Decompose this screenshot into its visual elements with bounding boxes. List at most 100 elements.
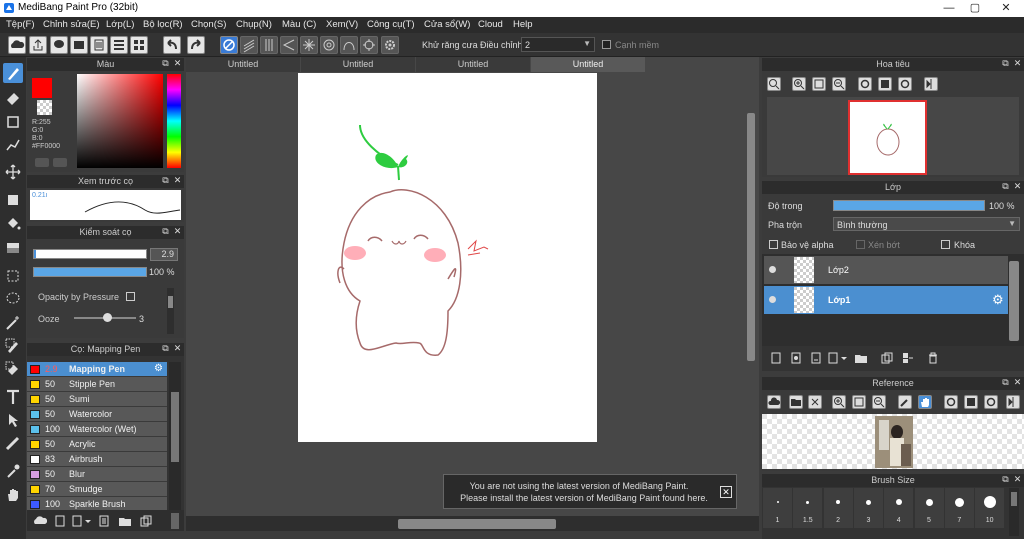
pressure-checkbox[interactable] bbox=[126, 292, 135, 301]
drawing-canvas[interactable] bbox=[298, 73, 597, 442]
circle-snap-icon[interactable] bbox=[320, 36, 338, 54]
menu-layer[interactable]: Lớp(L) bbox=[106, 19, 134, 30]
select-tool-icon[interactable] bbox=[3, 266, 23, 286]
color-option-button[interactable] bbox=[35, 158, 49, 167]
menu-cloud[interactable]: Cloud bbox=[478, 19, 503, 30]
primary-color-swatch[interactable] bbox=[32, 78, 52, 98]
brush-list-item[interactable]: 83 Airbrush bbox=[27, 452, 167, 467]
list-button[interactable] bbox=[110, 36, 128, 54]
minimize-button[interactable]: — bbox=[937, 0, 961, 17]
brush-list-item[interactable]: 50 Stipple Pen bbox=[27, 377, 167, 392]
reference-close-icon[interactable] bbox=[808, 395, 822, 409]
duplicate-layer-icon[interactable] bbox=[880, 351, 894, 365]
panel-close-icon[interactable]: ✕ bbox=[173, 176, 182, 185]
menu-filter[interactable]: Bộ lọc(R) bbox=[143, 19, 183, 30]
menu-color[interactable]: Màu (C) bbox=[282, 19, 316, 30]
new-brush-icon[interactable] bbox=[53, 514, 67, 528]
brush-size-preset[interactable]: 1.5 bbox=[793, 488, 823, 528]
menu-help[interactable]: Help bbox=[513, 19, 533, 30]
flip-icon[interactable] bbox=[924, 77, 938, 91]
navigator-viewport[interactable] bbox=[848, 100, 927, 175]
reference-rotate-right-icon[interactable] bbox=[984, 395, 998, 409]
eraser-tool-icon[interactable] bbox=[3, 88, 23, 108]
fill-rect-tool-icon[interactable] bbox=[3, 190, 23, 210]
brush-list-item[interactable]: 100 Watercolor (Wet) bbox=[27, 422, 167, 437]
tab-untitled-3[interactable]: Untitled bbox=[416, 57, 530, 72]
lock-checkbox[interactable] bbox=[941, 240, 950, 249]
edge-checkbox[interactable] bbox=[602, 40, 611, 49]
close-button[interactable]: ✕ bbox=[994, 0, 1018, 17]
panel-close-icon[interactable]: ✕ bbox=[1013, 475, 1022, 484]
grid-snap-icon[interactable] bbox=[260, 36, 278, 54]
protect-alpha-checkbox[interactable] bbox=[769, 240, 778, 249]
brush-size-scrollbar[interactable] bbox=[1009, 488, 1019, 536]
reference-rotate-left-icon[interactable] bbox=[944, 395, 958, 409]
brush-footer-scroll[interactable] bbox=[171, 513, 179, 529]
blend-mode-select[interactable]: Bình thường ▼ bbox=[833, 217, 1020, 231]
brush-tool-icon[interactable] bbox=[3, 63, 23, 83]
brush-settings-icon[interactable] bbox=[97, 514, 111, 528]
snap-off-button[interactable] bbox=[220, 36, 238, 54]
canvas-horizontal-scrollbar[interactable] bbox=[398, 519, 556, 529]
new-8bit-layer-icon[interactable] bbox=[809, 351, 823, 365]
brush-opacity-slider[interactable] bbox=[33, 267, 147, 277]
saturation-value-picker[interactable] bbox=[77, 74, 163, 168]
brush-control-scrollbar[interactable] bbox=[167, 288, 174, 334]
hand-tool-icon[interactable] bbox=[3, 485, 23, 505]
share-button[interactable] bbox=[29, 36, 47, 54]
brush-list-item[interactable]: 50 Sumi bbox=[27, 392, 167, 407]
panel-float-icon[interactable]: ⧉ bbox=[1001, 182, 1010, 191]
panel-float-icon[interactable]: ⧉ bbox=[161, 59, 170, 68]
divide-tool-icon[interactable] bbox=[3, 433, 23, 453]
brush-list-item[interactable]: 70 Smudge bbox=[27, 482, 167, 497]
hue-slider[interactable] bbox=[167, 74, 181, 168]
notification-close-icon[interactable]: ✕ bbox=[720, 486, 732, 498]
operation-tool-icon[interactable] bbox=[3, 410, 23, 430]
tab-untitled-4[interactable]: Untitled bbox=[531, 57, 645, 72]
move-tool-icon[interactable] bbox=[3, 162, 23, 182]
brush-size-preset[interactable]: 5 bbox=[914, 488, 944, 528]
brush-settings-gear-icon[interactable]: ⚙ bbox=[154, 363, 163, 374]
new-layer-icon[interactable] bbox=[769, 351, 783, 365]
duplicate-brush-icon[interactable] bbox=[139, 514, 153, 528]
tab-untitled-2[interactable]: Untitled bbox=[301, 57, 415, 72]
layer-visibility-eye-icon[interactable] bbox=[769, 266, 776, 273]
update-notification[interactable]: You are not using the latest version of … bbox=[443, 474, 737, 509]
perspective-snap-icon[interactable] bbox=[360, 36, 378, 54]
menu-tools[interactable]: Công cụ(T) bbox=[367, 19, 415, 30]
brush-list-item[interactable]: 50 Acrylic bbox=[27, 437, 167, 452]
brush-size-preset[interactable]: 10 bbox=[975, 488, 1005, 528]
brush-size-value[interactable]: 2.9 bbox=[150, 248, 178, 261]
brush-size-preset[interactable]: 7 bbox=[944, 488, 974, 528]
add-layer-menu-icon[interactable] bbox=[827, 351, 849, 365]
menu-file[interactable]: Tệp(F) bbox=[6, 19, 35, 30]
panel-float-icon[interactable]: ⧉ bbox=[1001, 475, 1010, 484]
brush-size-preset[interactable]: 2 bbox=[823, 488, 853, 528]
select-eraser-tool-icon[interactable] bbox=[3, 359, 23, 379]
panel-close-icon[interactable]: ✕ bbox=[173, 227, 182, 236]
undo-button[interactable] bbox=[163, 36, 181, 54]
panel-close-icon[interactable]: ✕ bbox=[1013, 59, 1022, 68]
brush-list-item[interactable]: 2.9 Mapping Pen ⚙ bbox=[27, 362, 167, 377]
layer-visibility-eye-icon[interactable] bbox=[769, 296, 776, 303]
panel-close-icon[interactable]: ✕ bbox=[173, 59, 182, 68]
rectangle-tool-icon[interactable] bbox=[3, 112, 23, 132]
panel-float-icon[interactable]: ⧉ bbox=[161, 227, 170, 236]
lasso-tool-icon[interactable] bbox=[3, 289, 23, 309]
reference-zoom-in-icon[interactable] bbox=[832, 395, 846, 409]
cloud-button[interactable] bbox=[8, 36, 26, 54]
menu-window[interactable]: Cửa sổ(W) bbox=[424, 19, 470, 30]
add-brush-menu-icon[interactable] bbox=[71, 514, 93, 528]
menu-select[interactable]: Chọn(S) bbox=[191, 19, 226, 30]
layer-folder-icon[interactable] bbox=[854, 351, 868, 365]
document-button[interactable] bbox=[90, 36, 108, 54]
line-tool-icon[interactable] bbox=[3, 135, 23, 155]
fit-screen-icon[interactable] bbox=[812, 77, 826, 91]
delete-layer-icon[interactable] bbox=[926, 351, 940, 365]
panel-float-icon[interactable]: ⧉ bbox=[1001, 378, 1010, 387]
brush-size-preset[interactable]: 1 bbox=[763, 488, 792, 528]
brush-add-cloud-icon[interactable] bbox=[33, 514, 48, 528]
eyedropper-tool-icon[interactable] bbox=[3, 461, 23, 481]
curve-snap-icon[interactable] bbox=[340, 36, 358, 54]
rotate-right-icon[interactable] bbox=[898, 77, 912, 91]
